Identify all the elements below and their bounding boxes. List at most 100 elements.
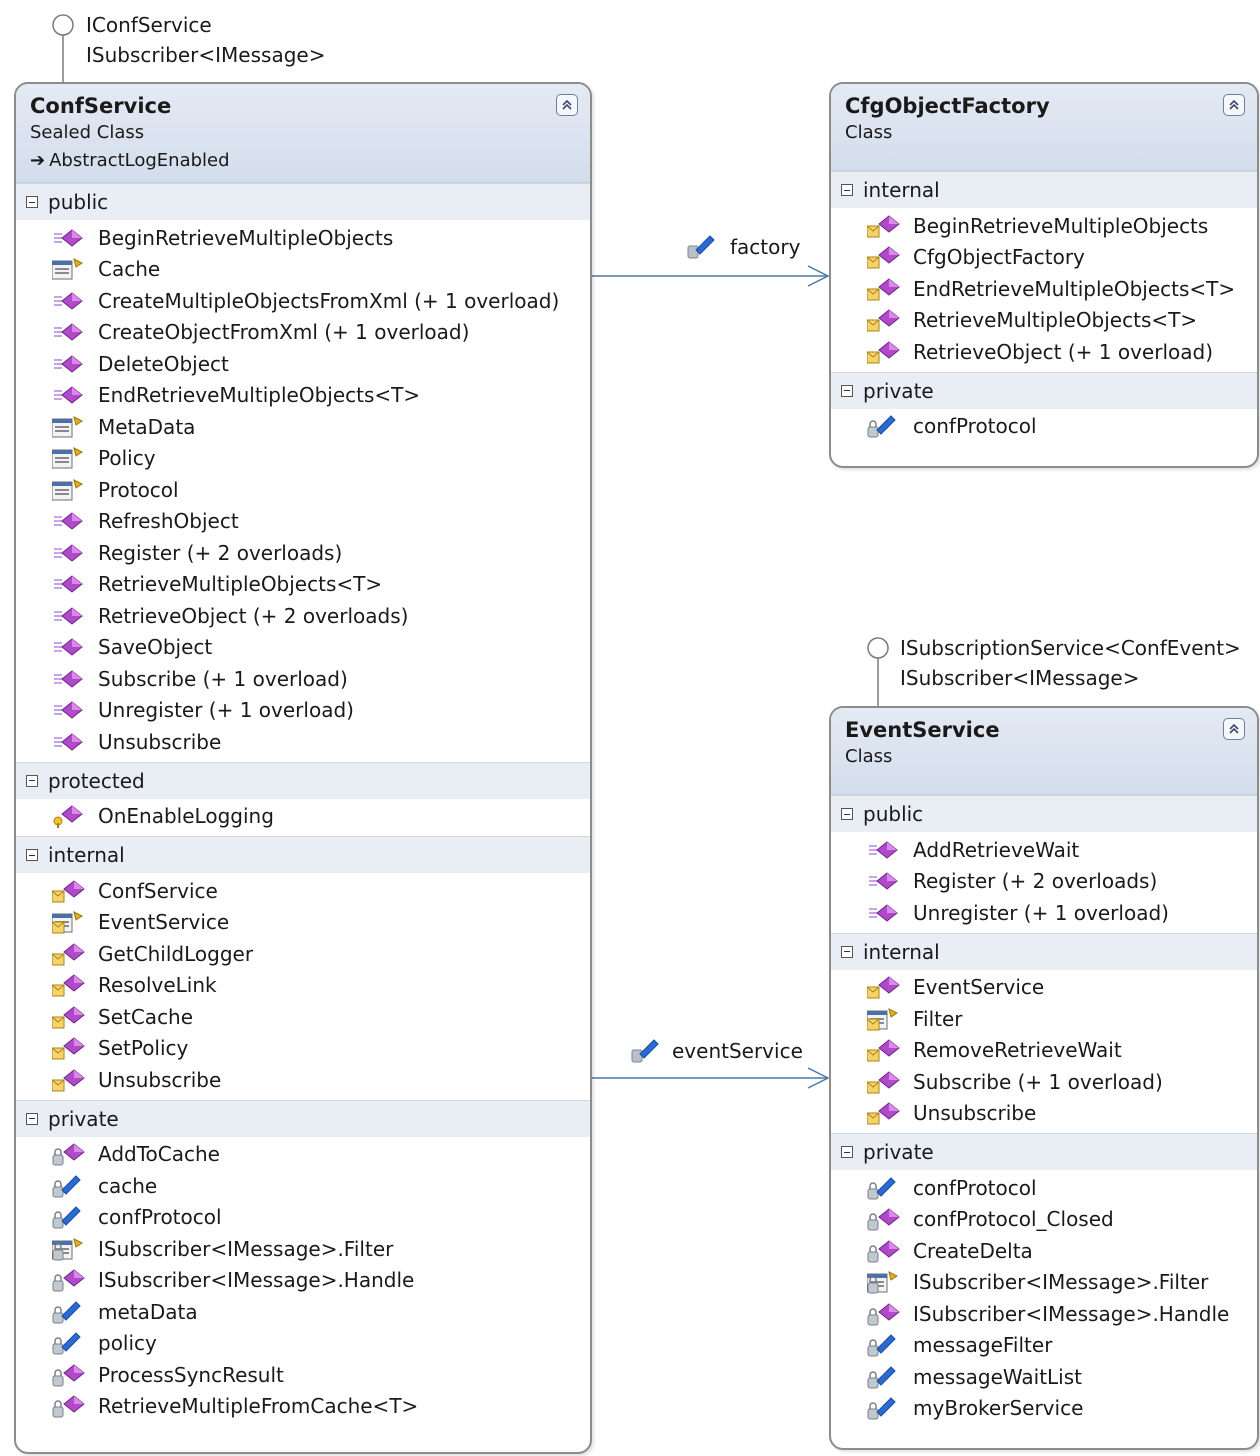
class-box-cfgobjectfactory[interactable]: CfgObjectFactory Class internal BeginRetr…: [829, 82, 1259, 468]
section-header-private[interactable]: private: [16, 1099, 590, 1137]
member-row[interactable]: SetPolicy: [16, 1033, 590, 1065]
member-row[interactable]: Unregister (+ 1 overload): [16, 695, 590, 727]
member-row[interactable]: OnEnableLogging: [16, 801, 590, 833]
member-row[interactable]: Subscribe (+ 1 overload): [831, 1066, 1257, 1098]
member-row[interactable]: EndRetrieveMultipleObjects<T>: [831, 273, 1257, 305]
member-row[interactable]: Register (+ 2 overloads): [831, 866, 1257, 898]
member-row[interactable]: Subscribe (+ 1 overload): [16, 663, 590, 695]
section-header-private[interactable]: private: [831, 1133, 1257, 1170]
member-row[interactable]: EventService: [831, 972, 1257, 1004]
member-row[interactable]: ProcessSyncResult: [16, 1359, 590, 1391]
member-row[interactable]: CreateMultipleObjectsFromXml (+ 1 overlo…: [16, 285, 590, 317]
member-row[interactable]: cache: [16, 1170, 590, 1202]
collapse-toggle-icon[interactable]: [26, 1112, 38, 1125]
member-row[interactable]: SaveObject: [16, 632, 590, 664]
internal-method-icon: [867, 341, 900, 364]
collapse-chevron-icon[interactable]: [556, 94, 578, 116]
member-row[interactable]: ISubscriber<IMessage>.Filter: [831, 1267, 1257, 1299]
member-row[interactable]: confProtocol: [831, 1172, 1257, 1204]
member-row[interactable]: myBrokerService: [831, 1393, 1257, 1425]
section-members: OnEnableLogging: [16, 799, 590, 837]
private-field-icon: [867, 415, 896, 438]
member-row[interactable]: Cache: [16, 254, 590, 286]
member-row[interactable]: BeginRetrieveMultipleObjects: [16, 222, 590, 254]
member-row[interactable]: MetaData: [16, 411, 590, 443]
interface-name: ISubscriptionService<ConfEvent>: [900, 636, 1241, 660]
member-row[interactable]: EndRetrieveMultipleObjects<T>: [16, 380, 590, 412]
member-name: myBrokerService: [913, 1396, 1084, 1421]
member-row[interactable]: Filter: [831, 1003, 1257, 1035]
member-row[interactable]: RefreshObject: [16, 506, 590, 538]
member-row[interactable]: RetrieveMultipleObjects<T>: [16, 569, 590, 601]
collapse-toggle-icon[interactable]: [841, 945, 853, 958]
collapse-toggle-icon[interactable]: [841, 384, 853, 397]
member-row[interactable]: confProtocol: [16, 1202, 590, 1234]
member-row[interactable]: Register (+ 2 overloads): [16, 537, 590, 569]
member-row[interactable]: CreateObjectFromXml (+ 1 overload): [16, 317, 590, 349]
member-row[interactable]: Unregister (+ 1 overload): [831, 897, 1257, 929]
collapse-toggle-icon[interactable]: [841, 808, 853, 820]
member-row[interactable]: CfgObjectFactory: [831, 242, 1257, 274]
member-row[interactable]: metaData: [16, 1296, 590, 1328]
member-row[interactable]: messageWaitList: [831, 1361, 1257, 1393]
member-row[interactable]: RetrieveMultipleFromCache<T>: [16, 1391, 590, 1423]
member-row[interactable]: RetrieveObject (+ 2 overloads): [16, 600, 590, 632]
collapse-toggle-icon[interactable]: [26, 849, 38, 861]
class-kind: Class: [845, 122, 893, 143]
method-icon: [54, 355, 83, 373]
collapse-toggle-icon[interactable]: [26, 196, 38, 208]
method-icon: [54, 638, 83, 656]
member-row[interactable]: BeginRetrieveMultipleObjects: [831, 210, 1257, 242]
member-name: policy: [98, 1331, 157, 1356]
member-row[interactable]: RemoveRetrieveWait: [831, 1035, 1257, 1067]
member-row[interactable]: EventService: [16, 907, 590, 939]
private-field-icon: [52, 1206, 81, 1229]
member-row[interactable]: AddToCache: [16, 1139, 590, 1171]
internal-method-icon: [867, 309, 900, 332]
member-row[interactable]: ISubscriber<IMessage>.Handle: [831, 1298, 1257, 1330]
collapse-chevron-icon[interactable]: [1223, 94, 1245, 116]
private-method-icon: [867, 1303, 900, 1326]
member-row[interactable]: DeleteObject: [16, 348, 590, 380]
confservice-interfaces: IConfService ISubscriber<IMessage>: [86, 10, 325, 70]
collapse-chevron-icon[interactable]: [1223, 718, 1245, 740]
section-header-internal[interactable]: internal: [831, 932, 1257, 970]
member-row[interactable]: Protocol: [16, 474, 590, 506]
collapse-toggle-icon[interactable]: [26, 774, 38, 787]
member-row[interactable]: policy: [16, 1328, 590, 1360]
class-sections: public AddRetrieveWait Register (+ 2 overl…: [831, 795, 1257, 1428]
member-row[interactable]: SetCache: [16, 1001, 590, 1033]
member-row[interactable]: Unsubscribe: [16, 1064, 590, 1096]
member-row[interactable]: confProtocol: [831, 411, 1257, 443]
member-row[interactable]: CreateDelta: [831, 1235, 1257, 1267]
section-header-public[interactable]: public: [16, 183, 590, 220]
section-header-public[interactable]: public: [831, 795, 1257, 832]
collapse-toggle-icon[interactable]: [841, 1146, 853, 1158]
member-row[interactable]: confProtocol_Closed: [831, 1204, 1257, 1236]
member-row[interactable]: AddRetrieveWait: [831, 834, 1257, 866]
section-header-private[interactable]: private: [831, 371, 1257, 409]
member-name: RetrieveObject (+ 1 overload): [913, 339, 1214, 364]
class-header: ConfService Sealed Class ➔ AbstractLogEna…: [16, 84, 590, 183]
member-row[interactable]: Unsubscribe: [16, 726, 590, 758]
member-row[interactable]: ResolveLink: [16, 970, 590, 1002]
interface-name: ISubscriber<IMessage>: [86, 43, 326, 67]
section-header-internal[interactable]: internal: [831, 171, 1257, 208]
section-header-internal[interactable]: internal: [16, 836, 590, 873]
member-row[interactable]: RetrieveMultipleObjects<T>: [831, 305, 1257, 337]
member-row[interactable]: Unsubscribe: [831, 1098, 1257, 1130]
member-row[interactable]: GetChildLogger: [16, 938, 590, 970]
member-row[interactable]: RetrieveObject (+ 1 overload): [831, 336, 1257, 368]
section-header-protected[interactable]: protected: [16, 761, 590, 799]
member-row[interactable]: ISubscriber<IMessage>.Filter: [16, 1233, 590, 1265]
member-name: Register (+ 2 overloads): [98, 540, 343, 565]
collapse-toggle-icon[interactable]: [841, 184, 853, 196]
member-name: CreateMultipleObjectsFromXml (+ 1 overlo…: [98, 288, 560, 313]
member-row[interactable]: ConfService: [16, 875, 590, 907]
member-row[interactable]: ISubscriber<IMessage>.Handle: [16, 1265, 590, 1297]
member-row[interactable]: Policy: [16, 443, 590, 475]
class-box-confservice[interactable]: ConfService Sealed Class ➔ AbstractLogEna…: [14, 82, 592, 1454]
member-row[interactable]: messageFilter: [831, 1330, 1257, 1362]
class-sections: public BeginRetrieveMultipleObjects Cache C…: [16, 183, 590, 1426]
class-box-eventservice[interactable]: EventService Class public AddRetrieveWait…: [829, 706, 1259, 1450]
